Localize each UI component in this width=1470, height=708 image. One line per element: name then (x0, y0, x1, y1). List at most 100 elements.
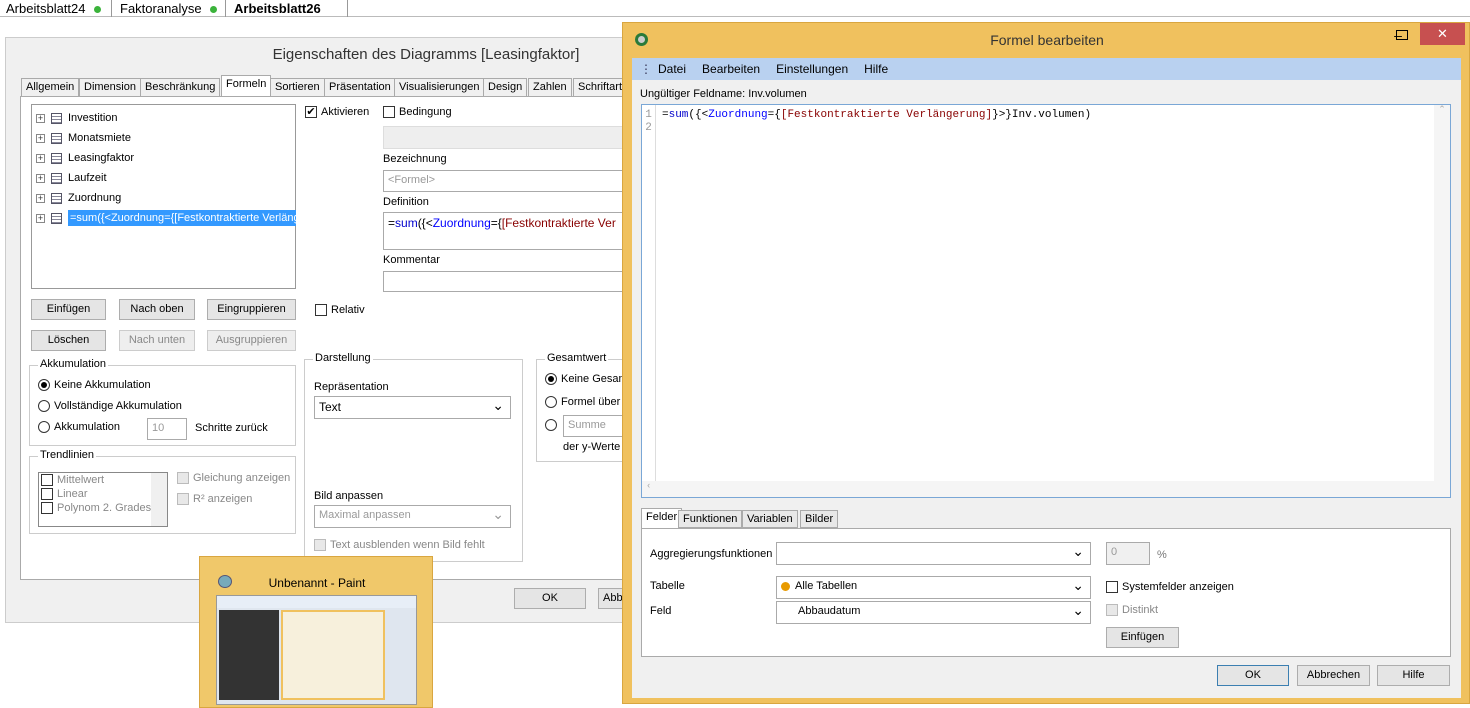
tab-funktionen[interactable]: Funktionen (678, 510, 743, 528)
expand-icon[interactable]: + (36, 173, 45, 183)
system-fields-checkbox[interactable]: Systemfelder anzeigen (1106, 581, 1234, 594)
activate-checkbox[interactable]: ✔ Aktivieren (305, 106, 369, 119)
expand-icon[interactable]: + (36, 153, 45, 163)
expression-icon (51, 112, 62, 124)
delete-button[interactable]: Löschen (31, 330, 106, 351)
radio-formula-total[interactable]: Formel über a (545, 396, 629, 409)
expand-icon[interactable]: + (36, 193, 45, 203)
ok-button[interactable]: OK (514, 588, 586, 609)
comment-caption: Kommentar (383, 254, 440, 266)
tab-design[interactable]: Design (483, 78, 528, 97)
condition-checkbox[interactable]: Bedingung (383, 106, 452, 119)
tree-item-selected[interactable]: + =sum({<Zuordnung={[Festkontraktierte Ve… (36, 209, 296, 227)
tab-felder[interactable]: Felder (641, 508, 683, 529)
tab-zahlen[interactable]: Zahlen (528, 78, 572, 97)
expand-icon[interactable]: + (36, 213, 45, 223)
tab-sortieren[interactable]: Sortieren (270, 78, 325, 97)
scrollbar[interactable] (151, 473, 167, 526)
tab-formeln[interactable]: Formeln (221, 75, 272, 97)
show-equation-checkbox[interactable]: Gleichung anzeigen (177, 472, 290, 485)
menu-hilfe[interactable]: Hilfe (864, 62, 888, 76)
checkbox-box (41, 502, 53, 515)
tab-bilder[interactable]: Bilder (800, 510, 839, 528)
tab-variablen[interactable]: Variablen (742, 510, 798, 528)
relative-checkbox[interactable]: Relativ (315, 304, 365, 317)
move-up-button[interactable]: Nach oben (119, 299, 195, 320)
aggregation-label: Aggregierungsfunktionen (650, 548, 773, 560)
distinct-checkbox[interactable]: Distinkt (1106, 604, 1158, 617)
expand-icon[interactable]: + (36, 133, 45, 143)
expand-icon[interactable]: + (36, 113, 45, 123)
radio-no-accumulation[interactable]: Keine Akkumulation (38, 379, 151, 392)
total-group: Gesamtwert Keine Gesam Formel über a Sum… (536, 352, 636, 462)
image-fit-select[interactable]: Maximal anpassen (314, 505, 511, 528)
group-title: Darstellung (313, 352, 373, 364)
checkbox-box (41, 488, 53, 501)
tree-item[interactable]: + Leasingfaktor (36, 149, 134, 167)
tree-item[interactable]: + Investition (36, 109, 118, 127)
field-label: Feld (650, 605, 672, 617)
field-select[interactable]: Abbaudatum (776, 601, 1091, 624)
sheet-tab-faktoranalyse[interactable]: Faktoranalyse (114, 0, 226, 17)
hide-text-checkbox[interactable]: Text ausblenden wenn Bild fehlt (314, 539, 485, 552)
definition-input[interactable]: =sum({<Zuordnung={[Festkontraktierte Ver (383, 212, 631, 250)
checkbox-box (1106, 581, 1118, 594)
trendline-item[interactable]: Polynom 2. Grades (39, 501, 167, 515)
checkbox-box (314, 539, 326, 552)
label-input[interactable]: <Formel> (383, 170, 631, 192)
move-down-button[interactable]: Nach unten (119, 330, 195, 351)
expression-tree[interactable]: + Investition + Monatsmiete + Leasingfaktor… (31, 104, 296, 289)
thumb-window (281, 610, 385, 700)
formula-editor[interactable]: 12 =sum({<Zuordnung={[Festkontraktierte … (641, 104, 1451, 498)
tab-praesentation[interactable]: Präsentation (324, 78, 396, 97)
menu-bearbeiten[interactable]: Bearbeiten (702, 62, 760, 76)
expression-icon (51, 152, 62, 164)
fields-panel: Aggregierungsfunktionen 0 % Tabelle Alle… (641, 528, 1451, 657)
radio-full-accumulation[interactable]: Vollständige Akkumulation (38, 400, 182, 413)
insert-button[interactable]: Einfügen (31, 299, 106, 320)
sheet-tab-arbeitsblatt24[interactable]: Arbeitsblatt24 (0, 0, 112, 17)
horizontal-scrollbar[interactable]: ‹ (642, 481, 1450, 497)
radio-no-total[interactable]: Keine Gesam (545, 373, 628, 386)
trendline-list[interactable]: Mittelwert Linear Polynom 2. Grades (38, 472, 168, 527)
tab-visualisierungen[interactable]: Visualisierungen (394, 78, 485, 97)
trendline-item[interactable]: Linear (39, 487, 167, 501)
checkbox-box (41, 474, 53, 487)
table-label: Tabelle (650, 580, 685, 592)
tree-item[interactable]: + Laufzeit (36, 169, 107, 187)
tab-schriftart[interactable]: Schriftart (573, 78, 628, 97)
table-select[interactable]: Alle Tabellen (776, 576, 1091, 599)
tree-item[interactable]: + Zuordnung (36, 189, 121, 207)
show-r2-checkbox[interactable]: R² anzeigen (177, 493, 252, 506)
insert-field-button[interactable]: Einfügen (1106, 627, 1179, 648)
radio-icon (545, 373, 557, 386)
tab-allgemein[interactable]: Allgemein (21, 78, 80, 97)
tree-item[interactable]: + Monatsmiete (36, 129, 131, 147)
percent-input[interactable]: 0 (1106, 542, 1150, 565)
sheet-tab-arbeitsblatt26[interactable]: Arbeitsblatt26 (228, 0, 348, 17)
group-button[interactable]: Eingruppieren (207, 299, 296, 320)
paint-taskbar-preview[interactable]: Unbenannt - Paint (199, 556, 433, 708)
maximize-button[interactable] (1396, 30, 1408, 40)
aggregation-select[interactable] (776, 542, 1091, 565)
ungroup-button[interactable]: Ausgruppieren (207, 330, 296, 351)
condition-input[interactable] (383, 126, 631, 149)
ok-button[interactable]: OK (1217, 665, 1289, 686)
representation-select[interactable]: Text (314, 396, 511, 419)
radio-sum-total[interactable] (545, 419, 561, 432)
help-button[interactable]: Hilfe (1377, 665, 1450, 686)
tab-beschraenkung[interactable]: Beschränkung (140, 78, 221, 97)
trendline-item[interactable]: Mittelwert (39, 473, 167, 487)
steps-spinner[interactable]: 10 (147, 418, 187, 440)
close-button[interactable]: ✕ (1420, 23, 1465, 45)
tab-dimension[interactable]: Dimension (79, 78, 141, 97)
comment-input[interactable] (383, 271, 631, 292)
radio-icon (38, 379, 50, 392)
radio-accumulation[interactable]: Akkumulation (38, 421, 120, 434)
cancel-button[interactable]: Abbrechen (1297, 665, 1370, 686)
menu-datei[interactable]: Datei (658, 62, 686, 76)
checkbox-box (315, 304, 327, 317)
menu-bar: ⋮ Datei Bearbeiten Einstellungen Hilfe (632, 58, 1461, 80)
menu-einstellungen[interactable]: Einstellungen (776, 62, 848, 76)
vertical-scrollbar[interactable]: ⌃ (1434, 105, 1450, 481)
